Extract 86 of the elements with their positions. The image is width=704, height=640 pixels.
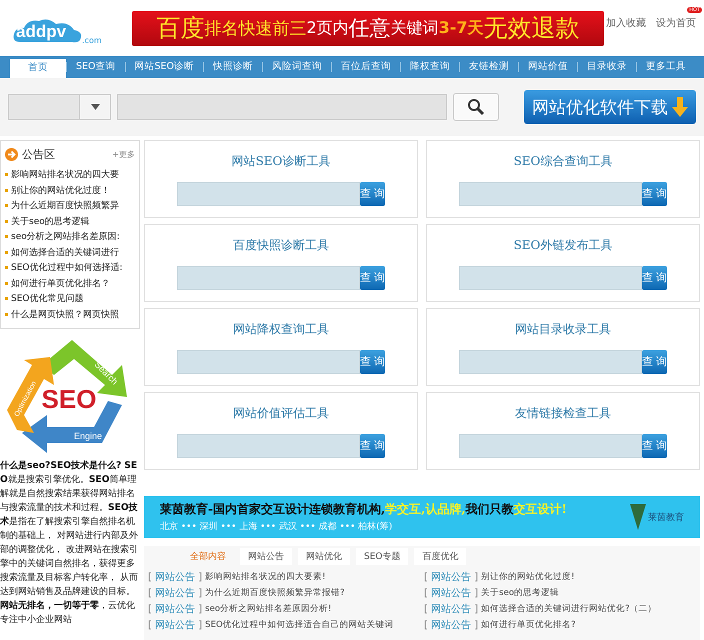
query-button[interactable]: 查 询	[360, 434, 386, 458]
tool-title: 网站降权查询工具	[233, 320, 329, 338]
article-link[interactable]: seo分析之网站排名差原因分析!	[205, 602, 332, 614]
article-link[interactable]: 影响网站排名状况的四大要素!	[205, 570, 326, 582]
header-link[interactable]: 加入收藏	[606, 18, 646, 29]
category-dropdown[interactable]	[8, 94, 111, 120]
url-field[interactable]	[459, 434, 642, 458]
banner-headline: 莱茵教育-国内首家交互设计连锁教育机构,学交互,认品牌,我们只教交互设计!	[160, 501, 567, 518]
query-button[interactable]: 查 询	[360, 182, 386, 206]
arrow-circle-icon	[5, 148, 18, 160]
shield-icon	[630, 504, 646, 530]
tool-title: 网站SEO诊断工具	[232, 152, 330, 170]
article-link[interactable]: 别让你的网站优化过度!	[481, 570, 575, 582]
notice-link[interactable]: seo分析之网站排名差原因:	[5, 229, 135, 244]
nav-tab[interactable]: 快照诊断	[204, 56, 262, 78]
article-tab[interactable]: 网站优化	[298, 548, 350, 565]
category-link[interactable]: [ 网站公告 ]	[424, 570, 478, 584]
nav-tab[interactable]: 友链检测	[460, 56, 518, 78]
header-link[interactable]: 设为首页	[656, 18, 696, 29]
query-button[interactable]: 查 询	[642, 350, 668, 374]
notice-link[interactable]: SEO优化过程中如何选择适:	[5, 260, 135, 276]
category-link[interactable]: [ 网站公告 ]	[148, 570, 202, 584]
notice-link[interactable]: 关于seo的思考逻辑	[5, 214, 135, 229]
nav-tab[interactable]: SEO查询	[67, 56, 125, 78]
article-tab[interactable]: 百度优化	[414, 548, 466, 565]
article-tab[interactable]: SEO专题	[356, 548, 408, 565]
url-field[interactable]	[459, 182, 642, 206]
site-logo[interactable]: addpv .com	[12, 14, 122, 50]
notice-link[interactable]: SEO优化常见问题	[5, 291, 135, 306]
article-tab[interactable]: 全部内容	[182, 548, 234, 565]
caret-icon	[90, 104, 100, 110]
notice-link[interactable]: 什么是网页快照？网页快照	[5, 306, 135, 322]
category-link[interactable]: [ 网站公告 ]	[424, 602, 478, 616]
nav-tab[interactable]: 百位后查询	[332, 56, 400, 78]
notice-link[interactable]: 如何选择合适的关键词进行	[5, 244, 135, 260]
article-tab[interactable]: 网站公告	[240, 548, 292, 565]
search-icon	[467, 98, 485, 116]
category-link[interactable]: [ 网站公告 ]	[424, 618, 478, 632]
category-link[interactable]: [ 网站公告 ]	[148, 618, 202, 632]
query-button[interactable]: 查 询	[642, 266, 668, 290]
search-field[interactable]	[117, 94, 447, 120]
more-link[interactable]: +更多	[112, 148, 135, 160]
nav-tab[interactable]: 网站SEO诊断	[126, 56, 204, 78]
article-link[interactable]: 如何进行单页优化排名?	[481, 618, 576, 630]
cloud-icon	[12, 18, 84, 44]
nav-tab[interactable]: 更多工具	[637, 56, 696, 78]
article-link[interactable]: 为什么近期百度快照频繁异常报错?	[205, 586, 345, 598]
notice-link[interactable]: 为什么近期百度快照频繁异	[5, 198, 135, 214]
url-field[interactable]	[177, 350, 360, 374]
nav-tab[interactable]: 首页	[10, 59, 66, 78]
nav-tab[interactable]: 风险词查询	[263, 56, 332, 78]
tool-title: 友情链接检查工具	[515, 404, 611, 422]
seo-description: 什么是seo?SEO技术是什么? SEO就是搜索引擎优化。SEO简单理解就是自然搜索结果获得网站排名与搜索流量的技术和过程。SEO技术是指在了解搜索引擎自然排名机制的基础上， 对网站进行内部及外部的调整优化， 改进网站在搜索引擎中的关键词自然排名，获得更多搜索流量及目标客户转化率， 从而达到网站销售及品牌建设的目标。网站无排名，一切等于零，云优化专注中小企业网站	[0, 459, 139, 627]
banner-cities: 北京 ••• 深圳 ••• 上海 ••• 武汉 ••• 成都 ••• 柏林(筹)	[160, 520, 394, 533]
nav-tab[interactable]: 目录收录	[578, 56, 636, 78]
url-field[interactable]	[459, 266, 642, 290]
notice-link[interactable]: 别让你的网站优化过度！	[5, 182, 135, 198]
panel-title: 公告区	[22, 146, 55, 162]
query-button[interactable]: 查 询	[360, 266, 386, 290]
tool-title: 百度快照诊断工具	[233, 236, 329, 254]
url-field[interactable]	[459, 350, 642, 374]
url-field[interactable]	[177, 182, 360, 206]
article-link[interactable]: 如何选择合适的关键词进行网站优化?（二）	[481, 602, 657, 614]
nav-tab[interactable]: 降权查询	[401, 56, 460, 78]
category-link[interactable]: [ 网站公告 ]	[148, 586, 202, 600]
advertisement-banner[interactable]: 莱茵教育-国内首家交互设计连锁教育机构,学交互,认品牌,我们只教交互设计! 北京 ••• 深圳 ••• 上海 ••• 武汉 ••• 成都 ••• 柏林(筹) 莱茵教育	[144, 496, 700, 538]
banner-logo-text: 莱茵教育	[648, 511, 684, 524]
notice-link[interactable]: 影响网站排名状况的四大要	[5, 167, 135, 182]
url-field[interactable]	[177, 266, 360, 290]
article-link[interactable]: 关于seo的思考逻辑	[481, 586, 560, 598]
tool-title: SEO外链发布工具	[514, 236, 612, 254]
query-button[interactable]: 查 询	[642, 434, 668, 458]
nav-tab[interactable]: 网站价值	[519, 56, 578, 78]
query-button[interactable]: 查 询	[642, 182, 668, 206]
notice-link[interactable]: 如何进行单页优化排名？	[5, 276, 135, 291]
search-button[interactable]	[453, 93, 499, 121]
tool-title: 网站价值评估工具	[233, 404, 329, 422]
article-link[interactable]: SEO优化过程中如何选择适合自己的网站关键词	[205, 618, 394, 630]
arrow-down-icon	[672, 97, 688, 117]
download-button[interactable]: 网站优化软件下载	[524, 90, 696, 124]
category-link[interactable]: [ 网站公告 ]	[148, 602, 202, 616]
query-button[interactable]: 查 询	[360, 350, 386, 374]
url-field[interactable]	[177, 434, 360, 458]
category-link[interactable]: [ 网站公告 ]	[424, 586, 478, 600]
tool-title: SEO综合查询工具	[514, 152, 612, 170]
tool-title: 网站目录收录工具	[515, 320, 611, 338]
